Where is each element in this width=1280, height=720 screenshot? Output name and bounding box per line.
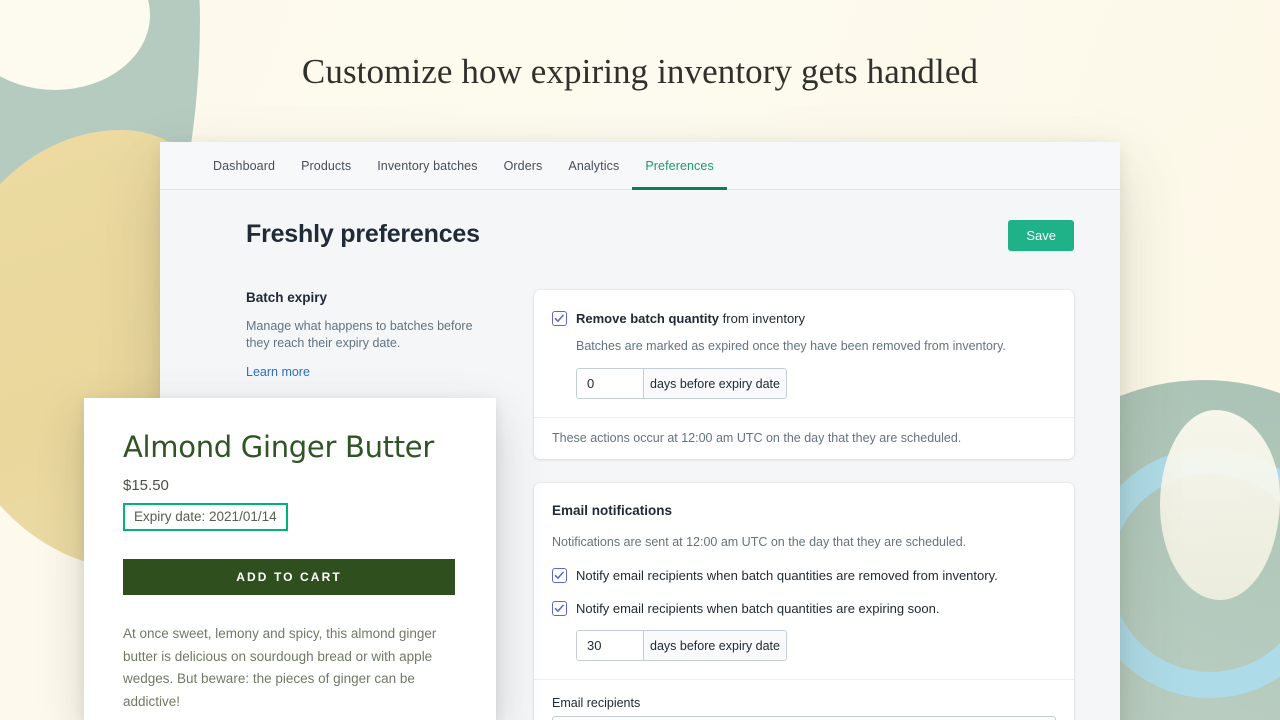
notify-removed-checkbox[interactable] xyxy=(552,568,567,583)
product-preview-card: Almond Ginger Butter $15.50 Expiry date:… xyxy=(84,398,496,720)
notify-expiring-row[interactable]: Notify email recipients when batch quant… xyxy=(552,600,1054,617)
tab-preferences-label: Preferences xyxy=(645,159,714,173)
product-description: At once sweet, lemony and spicy, this al… xyxy=(123,623,453,713)
email-notifications-help: Notifications are sent at 12:00 am UTC o… xyxy=(552,533,1054,551)
tab-dashboard-label: Dashboard xyxy=(213,159,275,173)
batch-expiry-heading: Batch expiry xyxy=(246,290,482,305)
notify-expiring-label: Notify email recipients when batch quant… xyxy=(576,600,939,617)
checkmark-icon xyxy=(554,313,565,324)
tab-inventory-batches[interactable]: Inventory batches xyxy=(364,142,490,189)
expiring-days-field-group: days before expiry date xyxy=(576,630,787,661)
batch-expiry-description: Manage what happens to batches before th… xyxy=(246,318,482,352)
tab-orders-label: Orders xyxy=(504,159,543,173)
tab-inventory-batches-label: Inventory batches xyxy=(377,159,477,173)
tab-orders[interactable]: Orders xyxy=(491,142,556,189)
main-navigation: Dashboard Products Inventory batches Ord… xyxy=(160,142,1120,190)
tab-dashboard[interactable]: Dashboard xyxy=(200,142,288,189)
tab-analytics[interactable]: Analytics xyxy=(555,142,632,189)
email-recipients-label: Email recipients xyxy=(552,696,1056,710)
batch-expiry-footnote: These actions occur at 12:00 am UTC on t… xyxy=(534,417,1074,459)
remove-batch-quantity-row[interactable]: Remove batch quantity from inventory xyxy=(552,310,1054,327)
checkmark-icon xyxy=(554,603,565,614)
remove-batch-quantity-label: Remove batch quantity from inventory xyxy=(576,310,805,327)
page-header: Freshly preferences Save xyxy=(246,220,1074,251)
tab-preferences[interactable]: Preferences xyxy=(632,142,727,189)
tab-products[interactable]: Products xyxy=(288,142,364,189)
expiring-days-suffix: days before expiry date xyxy=(643,630,787,661)
email-recipients-input[interactable] xyxy=(552,716,1056,720)
expiring-days-input[interactable] xyxy=(576,630,643,661)
learn-more-link[interactable]: Learn more xyxy=(246,365,310,379)
page-title: Freshly preferences xyxy=(246,220,480,249)
expiry-date-badge: Expiry date: 2021/01/14 xyxy=(123,503,288,531)
remove-days-field-group: days before expiry date xyxy=(576,368,787,399)
batch-expiry-card: Remove batch quantity from inventory Bat… xyxy=(534,290,1074,459)
notify-removed-row[interactable]: Notify email recipients when batch quant… xyxy=(552,567,1054,584)
product-price: $15.50 xyxy=(123,477,462,494)
save-button[interactable]: Save xyxy=(1008,220,1074,251)
remove-days-suffix: days before expiry date xyxy=(643,368,787,399)
remove-batch-quantity-label-bold: Remove batch quantity xyxy=(576,311,719,326)
batch-expiry-help-text: Batches are marked as expired once they … xyxy=(576,337,1054,355)
email-recipients-section: Email recipients xyxy=(534,680,1074,720)
remove-days-input[interactable] xyxy=(576,368,643,399)
remove-batch-quantity-checkbox[interactable] xyxy=(552,311,567,326)
remove-batch-quantity-label-rest: from inventory xyxy=(719,311,805,326)
product-title: Almond Ginger Butter xyxy=(123,430,462,464)
tab-analytics-label: Analytics xyxy=(568,159,619,173)
page-headline: Customize how expiring inventory gets ha… xyxy=(0,52,1280,92)
tab-products-label: Products xyxy=(301,159,351,173)
checkmark-icon xyxy=(554,570,565,581)
email-notifications-title: Email notifications xyxy=(552,503,1054,518)
add-to-cart-button[interactable]: ADD TO CART xyxy=(123,559,455,595)
notify-removed-label: Notify email recipients when batch quant… xyxy=(576,567,998,584)
notify-expiring-checkbox[interactable] xyxy=(552,601,567,616)
settings-main-column: Remove batch quantity from inventory Bat… xyxy=(534,290,1074,720)
email-notifications-card: Email notifications Notifications are se… xyxy=(534,483,1074,720)
